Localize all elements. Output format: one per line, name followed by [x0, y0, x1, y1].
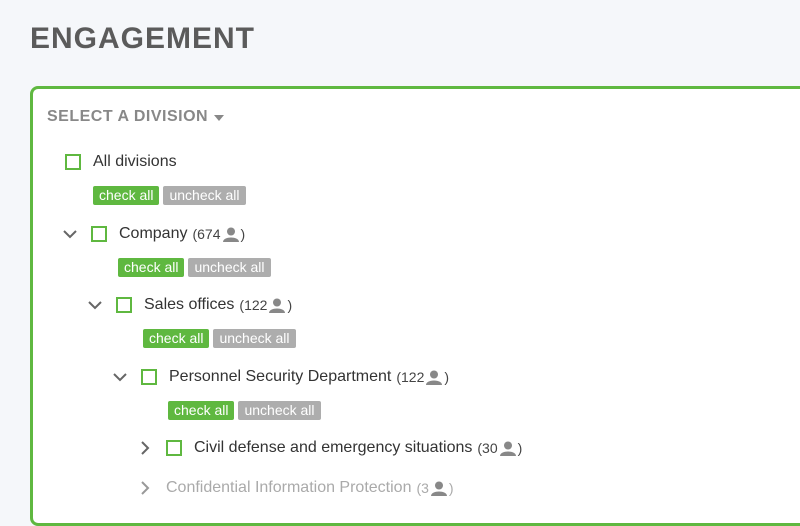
division-panel: SELECT A DIVISION All divisions check al… — [30, 86, 800, 526]
tree-item-label: Confidential Information Protection — [166, 479, 412, 496]
count-close: ) — [517, 440, 523, 456]
tree-item-label: Sales offices — [144, 296, 235, 313]
tree-item-all-divisions: All divisions — [65, 150, 177, 174]
tree-item-label: Company — [119, 225, 188, 242]
chevron-right-icon[interactable] — [138, 481, 152, 495]
caret-down-icon — [214, 115, 225, 121]
count-value: (122 — [396, 369, 425, 385]
chevron-down-icon[interactable] — [63, 227, 77, 241]
sales-offices-actions: check all uncheck all — [143, 329, 296, 348]
check-all-button[interactable]: check all — [143, 329, 210, 348]
personnel-security-actions: check all uncheck all — [168, 401, 321, 420]
tree-item-label: Personnel Security Department — [169, 368, 392, 385]
checkbox-company[interactable] — [91, 226, 107, 242]
chevron-down-icon[interactable] — [113, 370, 127, 384]
page-title: ENGAGEMENT — [30, 22, 256, 55]
tree-item-confidential-information: Confidential Information Protection (3 ) — [138, 476, 454, 500]
count-close: ) — [287, 297, 293, 313]
tree-item-label: All divisions — [93, 153, 177, 170]
person-icon — [269, 298, 286, 313]
tree-item-sales-offices: Sales offices (122 ) — [88, 293, 292, 317]
count-value: (30 — [477, 440, 498, 456]
division-select-dropdown[interactable]: SELECT A DIVISION — [47, 108, 225, 126]
count-close: ) — [448, 480, 454, 496]
member-count: (30 ) — [477, 440, 522, 456]
check-all-button[interactable]: check all — [168, 401, 235, 420]
tree-item-company: Company (674 ) — [63, 222, 245, 246]
chevron-right-icon[interactable] — [138, 441, 152, 455]
company-actions: check all uncheck all — [118, 258, 271, 277]
checkbox-all-divisions[interactable] — [65, 154, 81, 170]
member-count: (674 ) — [192, 226, 245, 242]
member-count: (3 ) — [416, 480, 453, 496]
count-value: (674 — [192, 226, 221, 242]
check-all-button[interactable]: check all — [118, 258, 185, 277]
uncheck-all-button[interactable]: uncheck all — [188, 258, 271, 277]
member-count: (122 ) — [239, 297, 292, 313]
tree-item-label: Civil defense and emergency situations — [194, 439, 473, 456]
uncheck-all-button[interactable]: uncheck all — [213, 329, 296, 348]
check-all-button[interactable]: check all — [93, 186, 160, 205]
person-icon — [426, 370, 443, 385]
checkbox-personnel-security[interactable] — [141, 369, 157, 385]
person-icon — [222, 227, 239, 242]
count-value: (3 — [416, 480, 429, 496]
person-icon — [430, 481, 447, 496]
tree-item-personnel-security: Personnel Security Department (122 ) — [113, 365, 449, 389]
all-divisions-actions: check all uncheck all — [93, 186, 246, 205]
person-icon — [499, 441, 516, 456]
chevron-down-icon[interactable] — [88, 298, 102, 312]
count-value: (122 — [239, 297, 268, 313]
count-close: ) — [240, 226, 246, 242]
checkbox-sales-offices[interactable] — [116, 297, 132, 313]
uncheck-all-button[interactable]: uncheck all — [238, 401, 321, 420]
checkbox-civil-defense[interactable] — [166, 440, 182, 456]
uncheck-all-button[interactable]: uncheck all — [163, 186, 246, 205]
division-select-label: SELECT A DIVISION — [47, 108, 209, 125]
member-count: (122 ) — [396, 369, 449, 385]
tree-item-civil-defense: Civil defense and emergency situations (… — [138, 436, 522, 460]
count-close: ) — [444, 369, 450, 385]
